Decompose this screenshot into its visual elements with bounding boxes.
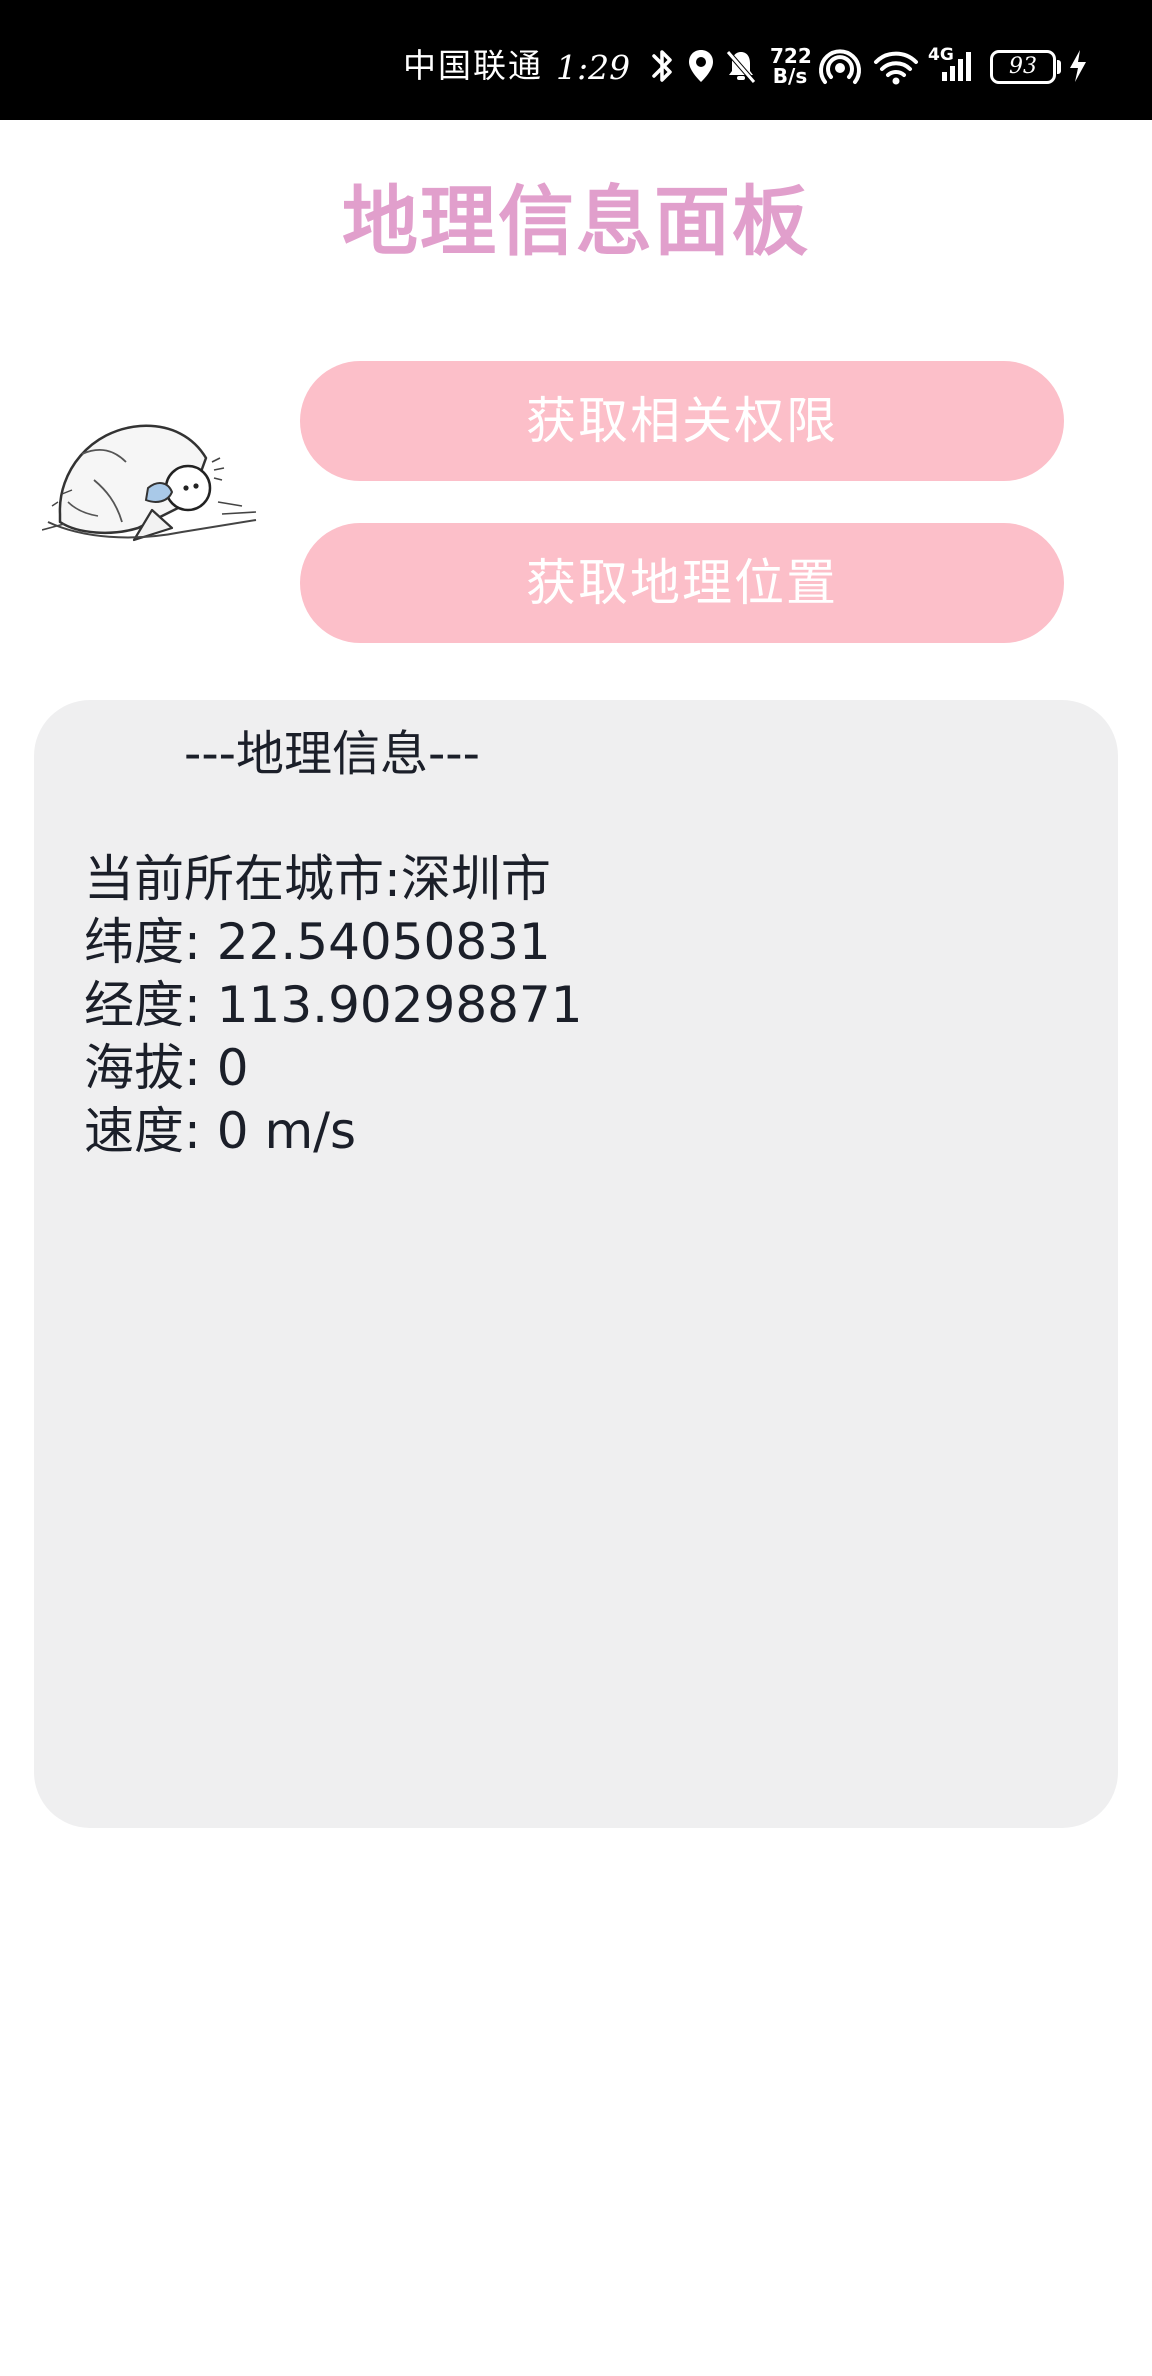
network-speed-value: 722 xyxy=(770,44,812,68)
city-line: 当前所在城市:深圳市 xyxy=(84,850,551,908)
mascot-illustration xyxy=(42,424,257,542)
network-speed: 722 B/s xyxy=(770,44,812,88)
page-title: 地理信息面板 xyxy=(342,177,810,266)
geo-info-panel: ---地理信息--- 当前所在城市:深圳市 纬度: 22.54050831 经度… xyxy=(34,700,1118,1828)
get-permissions-button[interactable]: 获取相关权限 xyxy=(300,361,1064,481)
geo-info-heading: ---地理信息--- xyxy=(184,726,480,782)
location-icon xyxy=(689,50,713,82)
battery-icon: 93 xyxy=(990,50,1056,84)
charging-icon xyxy=(1070,50,1086,82)
latitude-line: 纬度: 22.54050831 xyxy=(84,913,551,971)
network-speed-unit: B/s xyxy=(772,64,808,88)
bluetooth-icon xyxy=(652,50,672,82)
signal-icon: 4G xyxy=(928,44,980,88)
battery-level: 93 xyxy=(1009,54,1037,79)
altitude-line: 海拔: 0 xyxy=(84,1039,249,1097)
geo-info-lines: 当前所在城市:深圳市 纬度: 22.54050831 经度: 113.90298… xyxy=(84,848,583,1163)
status-time: 1:29 xyxy=(556,48,631,87)
carrier-name: 中国联通 xyxy=(403,46,543,85)
hotspot-icon xyxy=(819,49,861,84)
speed-line: 速度: 0 m/s xyxy=(84,1102,357,1160)
status-bar: 中国联通 1:29 722 B/s 4G 93 xyxy=(0,0,1152,120)
battery-tip xyxy=(1057,60,1061,74)
get-location-button[interactable]: 获取地理位置 xyxy=(300,523,1064,643)
wifi-icon xyxy=(874,51,918,85)
bell-muted-icon xyxy=(726,50,756,84)
longitude-line: 经度: 113.90298871 xyxy=(84,976,583,1034)
